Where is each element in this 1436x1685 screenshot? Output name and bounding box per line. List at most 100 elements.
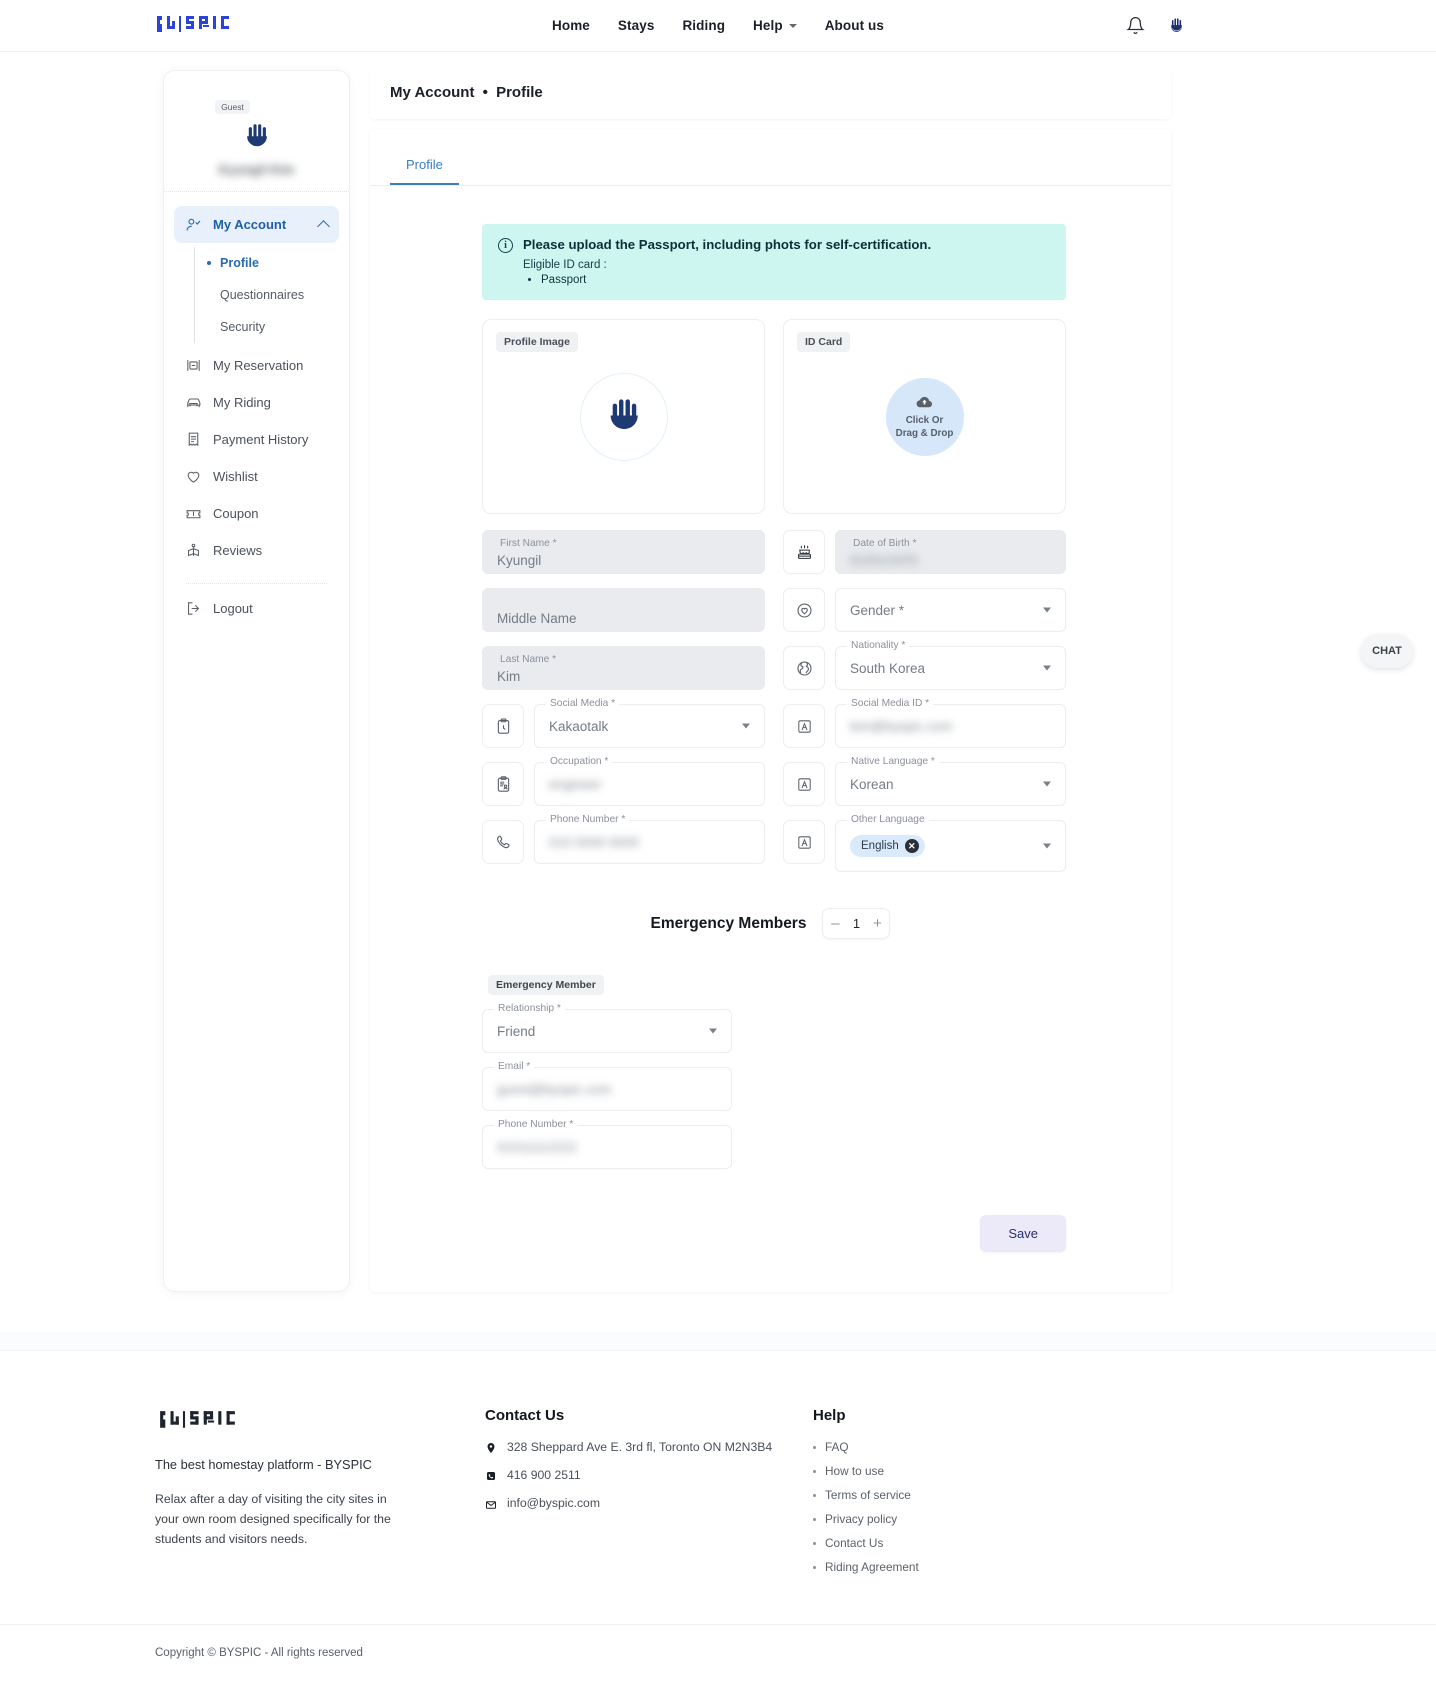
- sidebar-item-my-reservation[interactable]: My Reservation: [174, 347, 339, 384]
- nationality-row: Nationality * South Korea: [783, 640, 1066, 690]
- emergency-phone-field[interactable]: Phone Number * 01011112222: [482, 1119, 732, 1169]
- footer-email-row: info@byspic.com: [485, 1496, 813, 1512]
- footer-help-column: Help FAQ How to use Terms of service Pri…: [813, 1407, 1171, 1584]
- footer-link-terms-of-service[interactable]: Terms of service: [813, 1488, 1171, 1502]
- social-media-id-field[interactable]: Social Media ID * kim@byspic.com: [835, 698, 1066, 748]
- sidebar-profile: Guest Kyungil Kim: [164, 89, 349, 192]
- upload-cards: Profile Image ID Card Click Or Drag & Dr…: [482, 319, 1066, 514]
- close-icon[interactable]: ✕: [904, 839, 919, 853]
- occupation-label: Occupation *: [546, 756, 613, 767]
- sidebar-item-payment-history[interactable]: Payment History: [174, 421, 339, 458]
- book-icon: [188, 543, 199, 557]
- account-sidebar: Guest Kyungil Kim My Account Profile Que…: [163, 70, 350, 1292]
- nav-item-about-us[interactable]: About us: [825, 18, 884, 33]
- chat-button[interactable]: CHAT: [1361, 634, 1413, 668]
- byspic-logo[interactable]: [155, 12, 257, 38]
- increment-button[interactable]: +: [865, 909, 889, 938]
- bullet-icon: [813, 1541, 816, 1545]
- emergency-members-count: 1: [852, 916, 861, 931]
- footer-link-riding-agreement[interactable]: Riding Agreement: [813, 1560, 1171, 1574]
- profile-panel: Profile i Please upload the Passport, in…: [370, 129, 1171, 1292]
- sidebar-item-label: My Reservation: [213, 358, 304, 373]
- nav-item-home[interactable]: Home: [552, 18, 590, 33]
- nav-item-help[interactable]: Help: [753, 18, 797, 33]
- occupation-value: engineer: [549, 776, 602, 792]
- relationship-select[interactable]: Relationship * Friend: [482, 1003, 732, 1053]
- sidebar-item-security[interactable]: Security: [195, 311, 339, 343]
- gender-select[interactable]: Gender *: [835, 588, 1066, 632]
- sidebar-item-label: My Account: [213, 217, 287, 232]
- last-name-value: Kim: [497, 668, 521, 684]
- occupation-field[interactable]: Occupation * engineer: [534, 756, 765, 806]
- sidebar-item-profile[interactable]: Profile: [195, 247, 339, 279]
- user-check-icon: [186, 218, 201, 231]
- sidebar-item-my-account[interactable]: My Account: [174, 206, 339, 243]
- language-tag-label: English: [861, 840, 899, 852]
- dropzone-line-2: Drag & Drop: [895, 427, 954, 439]
- footer-link-faq[interactable]: FAQ: [813, 1440, 1171, 1454]
- phone-number-label: Phone Number *: [546, 814, 630, 825]
- nav-label: Riding: [682, 18, 726, 33]
- last-name-field[interactable]: Last Name * Kim: [482, 646, 765, 690]
- social-media-label: Social Media *: [546, 698, 620, 709]
- phone-number-field[interactable]: Phone Number * 010 0000 0000: [534, 814, 765, 864]
- language-icon: [783, 704, 825, 748]
- footer-link-label: Privacy policy: [825, 1512, 898, 1526]
- nav-item-stays[interactable]: Stays: [618, 18, 655, 33]
- breadcrumb-parent[interactable]: My Account: [390, 84, 474, 101]
- sidebar-item-reviews[interactable]: Reviews: [174, 532, 339, 569]
- sidebar-item-my-riding[interactable]: My Riding: [174, 384, 339, 421]
- footer-link-how-to-use[interactable]: How to use: [813, 1464, 1171, 1478]
- gender-placeholder: Gender *: [850, 602, 905, 618]
- user-hand-icon[interactable]: [1167, 16, 1186, 35]
- nav-label: Stays: [617, 18, 655, 33]
- emergency-members-stepper: – 1 +: [822, 908, 891, 939]
- cake-icon: [783, 530, 825, 574]
- date-of-birth-field[interactable]: Date of Birth * 01/01/1970: [835, 530, 1066, 574]
- sidebar-item-label: My Riding: [213, 395, 271, 410]
- sidebar-item-label: Security: [220, 320, 266, 334]
- decrement-button[interactable]: –: [823, 909, 847, 938]
- footer-link-contact-us[interactable]: Contact Us: [813, 1536, 1171, 1550]
- bell-icon[interactable]: [1126, 16, 1145, 35]
- phone-icon: [487, 1472, 495, 1480]
- social-media-select[interactable]: Social Media * Kakaotalk: [534, 698, 765, 748]
- nav-item-riding[interactable]: Riding: [682, 18, 725, 33]
- profile-image-card[interactable]: Profile Image: [482, 319, 765, 514]
- other-language-select[interactable]: Other Language English ✕: [835, 814, 1066, 872]
- sidebar-item-questionnaires[interactable]: Questionnaires: [195, 279, 339, 311]
- middle-name-field[interactable]: Middle Name: [482, 588, 765, 632]
- id-card-upload-card[interactable]: ID Card Click Or Drag & Drop: [783, 319, 1066, 514]
- active-dot-icon: [207, 261, 211, 265]
- save-button[interactable]: Save: [980, 1215, 1066, 1252]
- nav-label: About us: [824, 18, 884, 33]
- sidebar-item-label: Coupon: [213, 506, 259, 521]
- notice-title: Please upload the Passport, including ph…: [523, 237, 932, 252]
- first-name-field[interactable]: First Name * Kyungil: [482, 530, 765, 574]
- form-left-column: First Name * Kyungil Middle Name Last Na…: [482, 530, 765, 872]
- tab-profile[interactable]: Profile: [390, 145, 459, 185]
- native-language-select[interactable]: Native Language * Korean: [835, 756, 1066, 806]
- bullet-icon: [813, 1493, 816, 1497]
- top-navigation-bar: Home Stays Riding Help About us: [0, 0, 1436, 52]
- footer-phone[interactable]: 416 900 2511: [507, 1468, 581, 1482]
- date-of-birth-label: Date of Birth *: [853, 538, 917, 549]
- nationality-select[interactable]: Nationality * South Korea: [835, 640, 1066, 690]
- sidebar-item-wishlist[interactable]: Wishlist: [174, 458, 339, 495]
- notice-list: Passport: [541, 274, 931, 286]
- emergency-email-field[interactable]: Email * guest@byspic.com: [482, 1061, 732, 1111]
- receipt-icon: [188, 432, 199, 447]
- sidebar-item-coupon[interactable]: Coupon: [174, 495, 339, 532]
- language-tag-english[interactable]: English ✕: [850, 835, 925, 857]
- footer-email[interactable]: info@byspic.com: [507, 1496, 600, 1510]
- footer-description: Relax after a day of visiting the city s…: [155, 1492, 391, 1546]
- location-pin-icon: [487, 1443, 495, 1453]
- id-card-dropzone[interactable]: Click Or Drag & Drop: [885, 377, 964, 456]
- sidebar-item-logout[interactable]: Logout: [174, 590, 339, 627]
- breadcrumb-current: Profile: [496, 84, 543, 101]
- date-of-birth-row: Date of Birth * 01/01/1970: [783, 530, 1066, 574]
- list-item: Passport: [541, 274, 931, 286]
- clipboard-person-icon: [482, 762, 524, 806]
- footer-link-privacy-policy[interactable]: Privacy policy: [813, 1512, 1171, 1526]
- chevron-down-icon: [1043, 607, 1051, 613]
